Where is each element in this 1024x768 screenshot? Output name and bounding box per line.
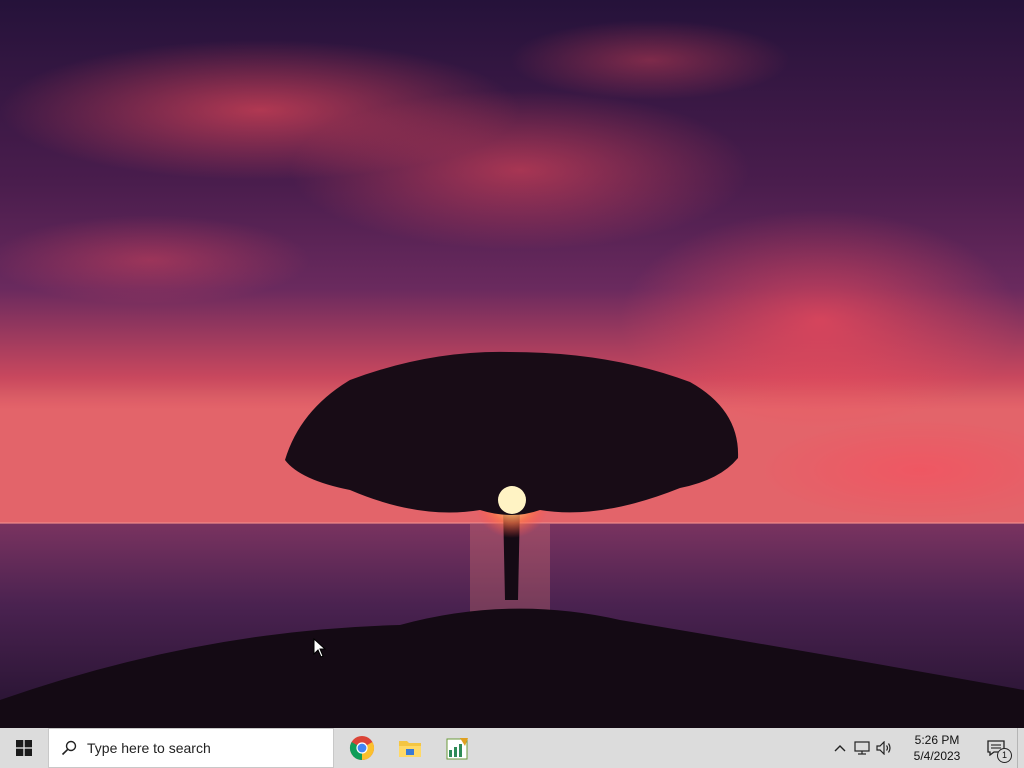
spreadsheet-taskbar-button[interactable] xyxy=(434,728,482,768)
clock-time: 5:26 PM xyxy=(914,733,960,747)
volume-button[interactable] xyxy=(873,728,895,768)
system-tray: 5:26 PM 5/4/2023 1 xyxy=(829,728,1024,768)
wallpaper xyxy=(0,0,1024,728)
network-icon xyxy=(854,741,870,755)
folder-icon xyxy=(399,741,421,757)
show-hidden-icons-button[interactable] xyxy=(829,728,851,768)
chrome-icon xyxy=(349,736,375,760)
spreadsheet-icon xyxy=(446,738,468,760)
search-input[interactable] xyxy=(87,740,317,756)
taskbar-search-box[interactable] xyxy=(48,728,334,768)
network-button[interactable] xyxy=(851,728,873,768)
clock[interactable]: 5:26 PM 5/4/2023 xyxy=(899,732,975,764)
mouse-cursor-icon xyxy=(313,638,327,658)
clock-date: 5/4/2023 xyxy=(913,749,961,763)
action-center-button[interactable]: 1 xyxy=(975,728,1017,768)
show-desktop-button[interactable] xyxy=(1017,728,1024,768)
pinned-apps xyxy=(338,728,482,768)
start-button[interactable] xyxy=(0,728,48,768)
chrome-taskbar-button[interactable] xyxy=(338,728,386,768)
windows-logo-icon xyxy=(16,740,32,756)
volume-icon xyxy=(876,741,891,755)
file-explorer-taskbar-button[interactable] xyxy=(386,728,434,768)
chevron-up-icon xyxy=(834,745,846,752)
search-icon xyxy=(61,740,77,756)
desktop xyxy=(0,0,1024,728)
taskbar: 5:26 PM 5/4/2023 1 xyxy=(0,728,1024,768)
notification-count-badge: 1 xyxy=(997,748,1012,763)
